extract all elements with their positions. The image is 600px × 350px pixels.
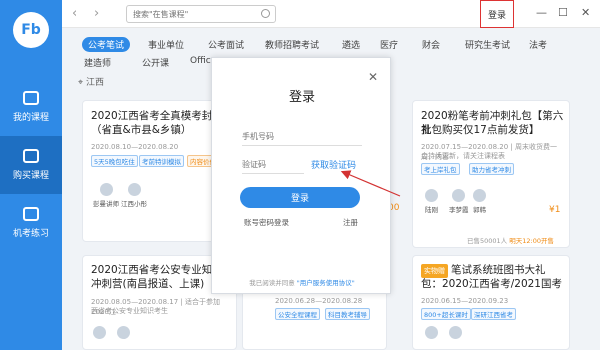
card-title-line1: 2020江西省考全真模考封闭 (91, 110, 223, 122)
card-price: ¥1 (549, 205, 561, 215)
card-date-note: 会持续更新，请关注课程表 (421, 152, 505, 160)
card-tag: 5天5晚包吃住 (91, 155, 138, 167)
teacher: 陆刚 (425, 189, 438, 214)
avatar (117, 326, 130, 339)
tab-postgrad[interactable]: 研究生考试 (465, 38, 510, 51)
tab-accounting[interactable]: 财会 (422, 38, 440, 51)
avatar (93, 326, 106, 339)
sidebar: Fb 我的课程 购买课程 机考练习 (0, 0, 62, 350)
agreement-prefix: 我已阅读并同意 (249, 279, 295, 287)
card-title-line2: 礼包购买仅17点前发货】 (421, 124, 540, 136)
sidebar-item-label: 我的课程 (12, 113, 49, 123)
sidebar-item-label: 机考练习 (12, 229, 49, 239)
tab-medical[interactable]: 医疗 (380, 38, 398, 51)
course-card[interactable]: 实物赠 笔试系统班图书大礼 包：2020江西省考/2021国考 2020.06.1… (412, 255, 570, 350)
card-tag: 公安全程课程 (275, 308, 320, 320)
card-title-line2: （省直&市县&乡镇） (91, 124, 192, 136)
card-title-line2: 冲刺营(南昌报道、上课) (91, 278, 205, 290)
teacher-name: 李梦霞 (449, 206, 469, 214)
card-tag: 深研江西省考 (471, 308, 516, 320)
tab-civil-exam[interactable]: 公考笔试 (82, 37, 131, 52)
teacher: 郭韩 (473, 189, 486, 214)
tab-law-exam[interactable]: 法考 (529, 38, 547, 51)
book-icon (23, 91, 39, 105)
card-title-line1: 2020江西省考公安专业知识 (91, 264, 223, 276)
avatar (449, 326, 462, 339)
minimize-icon[interactable]: — (536, 6, 547, 19)
sidebar-item-buy-courses[interactable]: 购买课程 (0, 136, 62, 194)
modal-title: 登录 (288, 90, 315, 105)
computer-icon (23, 207, 39, 221)
sidebar-item-computer-practice[interactable]: 机考练习 (0, 194, 62, 252)
play-icon (23, 149, 39, 163)
back-arrow-icon[interactable]: ‹ (72, 6, 77, 21)
login-modal: ✕ 登录 获取验证码 登录 账号密码登录 注册 我已阅读并同意 "用户服务使用协… (211, 57, 391, 294)
avatar (452, 189, 466, 202)
search-input[interactable] (127, 6, 247, 22)
maximize-icon[interactable]: ☐ (558, 6, 568, 19)
tab-constructor[interactable]: 建造师 (84, 56, 111, 69)
card-title-line2: 包：2020江西省考/2021国考 (421, 278, 562, 290)
card-title-text: 笔试系统班图书大礼 (451, 264, 546, 276)
sidebar-item-my-courses[interactable]: 我的课程 (0, 78, 62, 136)
password-login-link[interactable]: 账号密码登录 (244, 217, 289, 228)
phone-field[interactable] (242, 128, 362, 146)
card-sale-info: 已售50001人 明天12:00开售 (467, 235, 554, 245)
card-date: 2020.06.28—2020.08.28 (275, 297, 363, 305)
agreement-link[interactable]: "用户服务使用协议" (297, 279, 355, 287)
close-window-icon[interactable]: ✕ (581, 6, 590, 19)
tab-public-institution[interactable]: 事业单位 (148, 38, 184, 51)
app-logo: Fb (13, 12, 49, 48)
course-card[interactable]: 2020粉笔考前冲刺礼包【第六批 礼包购买仅17点前发货】 2020.07.15… (412, 100, 570, 248)
sold-count: 已售50001人 (467, 237, 508, 245)
card-tag: 考上岸礼包 (421, 163, 460, 175)
get-code-link[interactable]: 获取验证码 (311, 158, 356, 171)
teacher (93, 326, 106, 341)
tab-teacher-recruit[interactable]: 教师招聘考试 (265, 38, 319, 51)
card-date: 2020.06.15—2020.09.23 (421, 297, 509, 305)
teacher-name: 彭曼讲师 (93, 200, 119, 208)
teacher (449, 326, 462, 341)
location-pin-icon: ⌖ (78, 78, 84, 88)
card-tag: 考前特训模拟 (139, 155, 184, 167)
tab-open-course[interactable]: 公开课 (142, 56, 169, 69)
location-label: 江西 (85, 78, 104, 88)
card-date-note: 西省考公安专业知识考生 (91, 307, 168, 315)
close-icon[interactable]: ✕ (368, 70, 378, 84)
card-tag: 800+超长课时 (421, 308, 471, 320)
topbar: ‹ › 登录 — ☐ ✕ (62, 0, 600, 28)
avatar (99, 183, 113, 196)
card-tag: 助力省考冲刺 (469, 163, 514, 175)
teacher: 李梦霞 (449, 189, 469, 214)
sale-time: 明天12:00开售 (509, 237, 554, 245)
login-button[interactable]: 登录 (240, 187, 360, 208)
teacher-name: 陆刚 (425, 206, 438, 214)
register-link[interactable]: 注册 (343, 217, 358, 228)
teacher-name: 郭韩 (473, 206, 486, 214)
top-login-button[interactable]: 登录 (480, 0, 514, 28)
avatar (425, 326, 438, 339)
teacher (425, 326, 438, 341)
card-date: 2020.08.10—2020.08.20 (91, 143, 179, 151)
teacher (117, 326, 130, 341)
teacher: 彭曼讲师 (93, 183, 119, 208)
avatar (425, 189, 438, 202)
forward-arrow-icon[interactable]: › (94, 6, 99, 21)
avatar (473, 189, 486, 202)
tab-selection[interactable]: 遴选 (342, 38, 360, 51)
teacher: 江西小彤 (121, 183, 147, 208)
tab-interview[interactable]: 公考面试 (208, 38, 244, 51)
card-tag: 科目教考辅导 (325, 308, 370, 320)
code-field[interactable] (242, 156, 304, 174)
search-box[interactable] (126, 5, 276, 23)
gift-badge: 实物赠 (421, 264, 448, 278)
avatar (127, 183, 141, 196)
sidebar-item-label: 购买课程 (12, 171, 49, 181)
teacher-name: 江西小彤 (121, 200, 147, 208)
location-selector[interactable]: ⌖ 江西 (78, 75, 104, 88)
card-title-line1: 实物赠 笔试系统班图书大礼 (421, 263, 546, 278)
search-icon[interactable] (261, 9, 270, 18)
agreement-text: 我已阅读并同意 "用户服务使用协议" (212, 277, 392, 287)
